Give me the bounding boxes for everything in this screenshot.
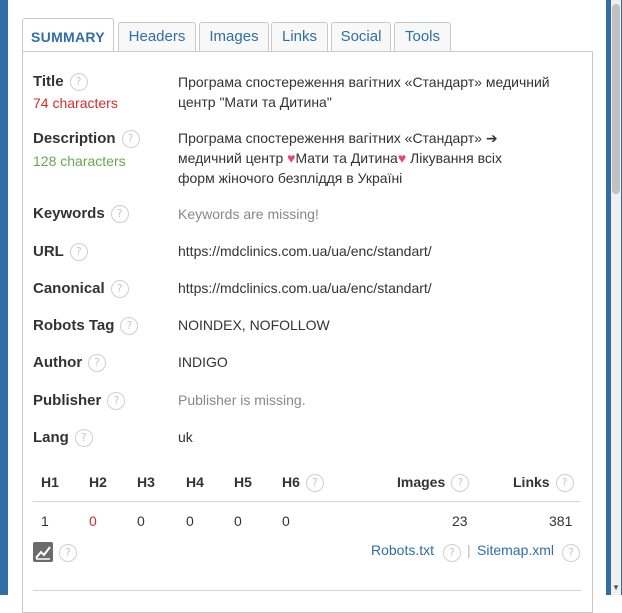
robots-txt-link[interactable]: Robots.txt [371,542,434,558]
scroll-down-icon[interactable]: ▼ [612,584,620,592]
tab-links[interactable]: Links [271,22,328,51]
chart-icon[interactable] [33,542,53,562]
description-text: Лікування всіх [406,150,503,166]
robots-value: NOINDEX, NOFOLLOW [178,317,330,333]
description-value-line: Програма спостереження вагітних «Стандар… [178,130,498,146]
title-row-label: Title? [33,73,88,92]
header-links-cell: Links? [513,474,574,493]
sitemap-link[interactable]: Sitemap.xml [477,542,554,558]
bottom-divider [33,590,581,591]
title-value-line: Програма спостереження вагітних «Стандар… [178,74,550,90]
value-h2: 0 [89,513,97,529]
help-icon[interactable]: ? [110,205,129,224]
publisher-row-label: Publisher? [33,392,126,411]
url-value[interactable]: https://mdclinics.com.ua/ua/enc/standart… [178,241,578,261]
keywords-label: Keywords [33,205,105,222]
help-icon[interactable]: ? [562,544,580,562]
author-value: INDIGO [178,354,228,370]
title-length: 74 characters [33,95,118,111]
help-icon[interactable]: ? [443,544,461,562]
help-icon[interactable]: ? [120,317,139,336]
description-value-line: медичний центр ♥Мати та Дитина♥ Лікуванн… [178,148,578,168]
url-label: URL [33,243,64,260]
value-h3: 0 [137,513,145,529]
canonical-value[interactable]: https://mdclinics.com.ua/ua/enc/standart… [178,278,578,298]
robots-row-label: Robots Tag? [33,317,139,336]
header-h6-cell: H6? [282,474,324,493]
value-links: 381 [549,513,573,529]
help-icon[interactable]: ? [69,73,88,92]
author-row-label: Author? [33,354,107,373]
value-h1: 1 [41,513,49,529]
publisher-label: Publisher [33,392,102,409]
header-h1: H1 [41,474,59,490]
tab-social[interactable]: Social [331,22,391,51]
description-length: 128 characters [33,153,126,169]
canonical-label: Canonical [33,280,105,297]
header-links: Links [513,474,550,490]
canonical-row-label: Canonical? [33,280,129,299]
help-icon[interactable]: ? [121,130,140,149]
help-icon[interactable]: ? [69,243,88,262]
header-h5: H5 [234,474,252,490]
tab-headers[interactable]: Headers [118,22,196,51]
description-label: Description [33,130,116,147]
lang-label: Lang [33,429,69,446]
keywords-value: Keywords are missing! [178,206,319,222]
help-icon[interactable]: ? [88,354,107,373]
value-h6: 0 [282,513,290,529]
author-label: Author [33,354,83,371]
robots-label: Robots Tag [33,317,115,334]
url-row-label: URL? [33,243,88,262]
header-h2: H2 [89,474,107,490]
title-value: Програма спостереження вагітних «Стандар… [178,72,578,112]
help-icon[interactable]: ? [74,429,93,448]
value-images: 23 [452,513,468,529]
help-icon[interactable]: ? [59,544,77,562]
keywords-row-label: Keywords? [33,205,129,224]
value-h5: 0 [234,513,242,529]
tab-images[interactable]: Images [199,22,269,51]
description-value: Програма спостереження вагітних «Стандар… [178,128,578,188]
scrollbar-thumb[interactable] [612,4,620,194]
publisher-value: Publisher is missing. [178,392,306,408]
help-icon[interactable]: ? [110,280,129,299]
footer-separator: | [467,542,471,558]
help-icon[interactable]: ? [107,392,126,411]
lang-value: uk [178,429,193,445]
header-h6: H6 [282,474,300,490]
header-images: Images [397,474,446,490]
tab-summary[interactable]: SUMMARY [22,18,114,53]
table-divider [33,501,581,502]
help-icon[interactable]: ? [305,474,324,493]
header-h3: H3 [137,474,155,490]
header-h4: H4 [186,474,204,490]
help-icon[interactable]: ? [555,474,574,493]
lang-row-label: Lang? [33,429,93,448]
header-images-cell: Images? [397,474,470,493]
description-value-line: форм жіночого безпліддя в Україні [178,170,403,186]
title-label: Title [33,73,64,90]
value-h4: 0 [186,513,194,529]
description-row-label: Description? [33,130,140,149]
title-value-line: центр "Мати та Дитина" [178,94,332,110]
description-text: Мати та Дитина [295,150,398,166]
heart-icon: ♥ [397,150,407,166]
description-text: медичний центр [178,150,288,166]
help-icon[interactable]: ? [451,474,470,493]
window-frame-left [0,0,8,595]
tab-tools[interactable]: Tools [394,22,451,51]
